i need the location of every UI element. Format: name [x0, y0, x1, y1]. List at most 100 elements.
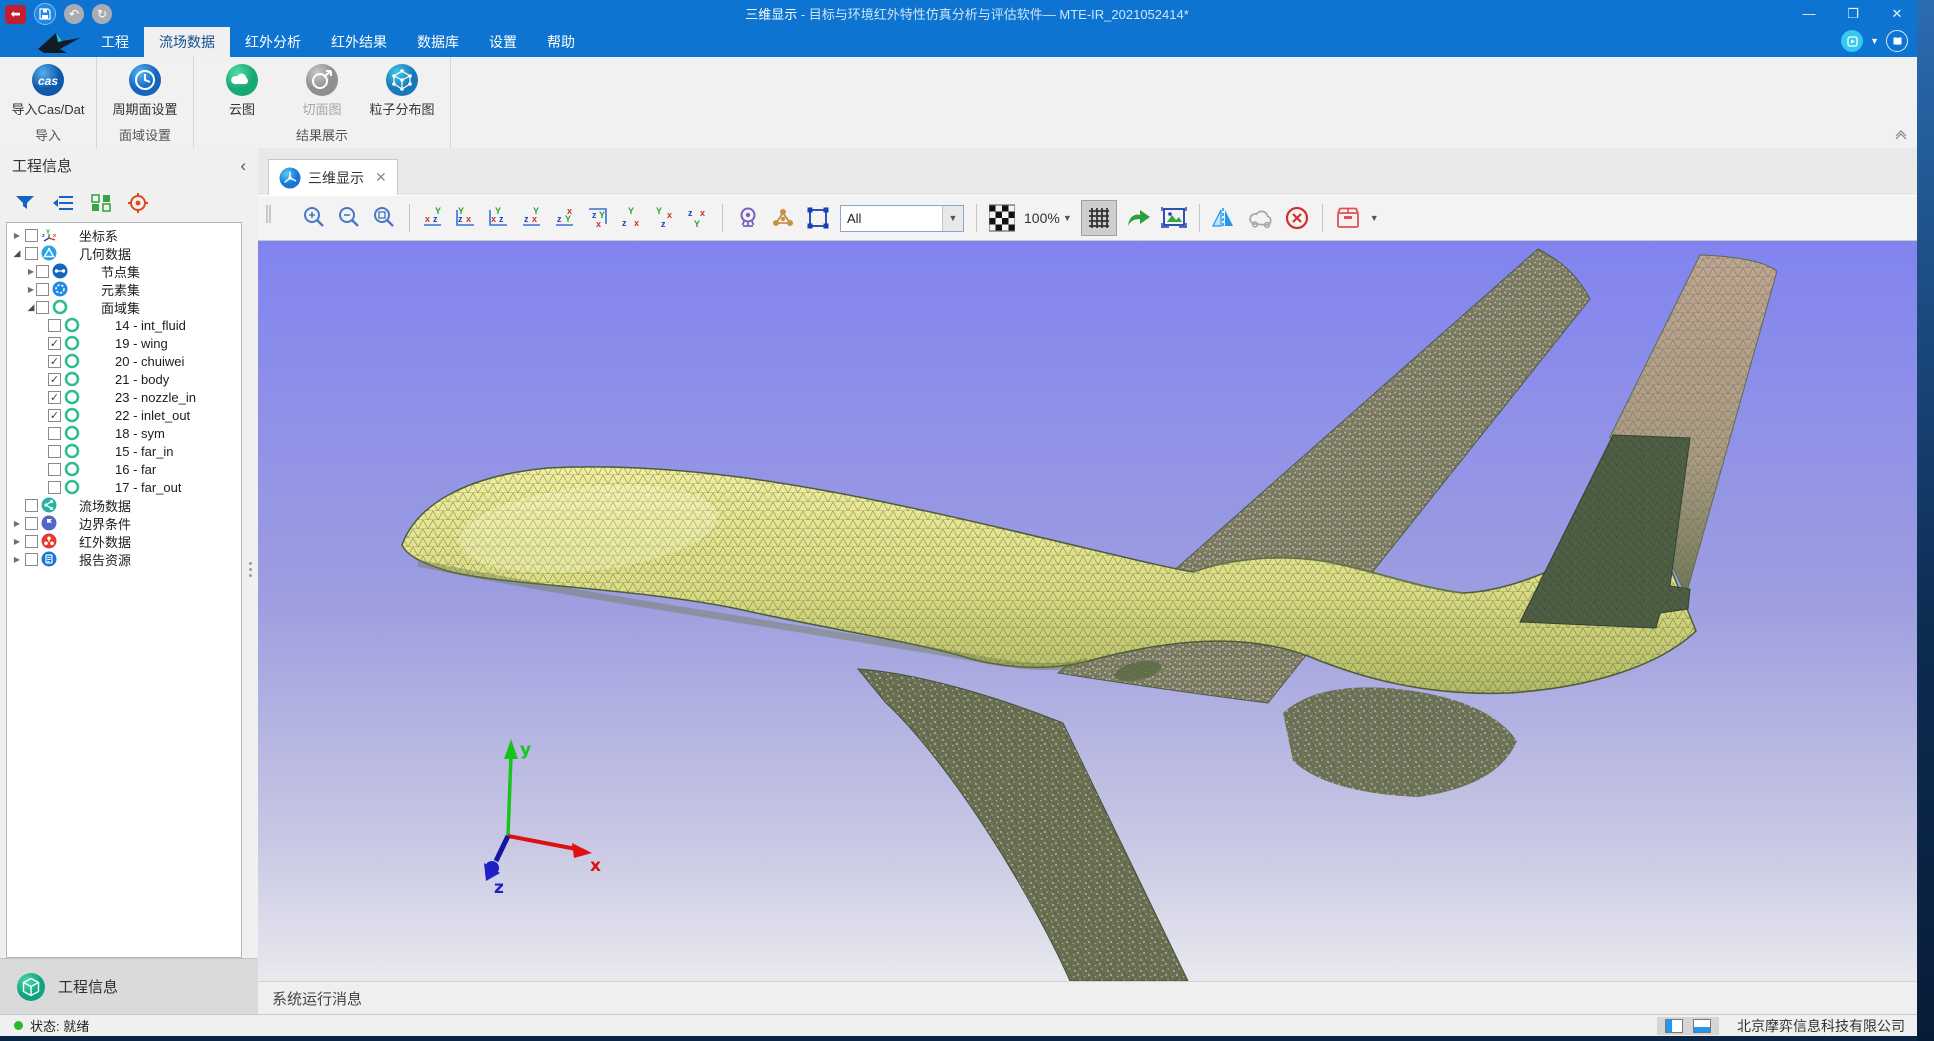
ribbon-button-粒子分布图[interactable]: 粒子分布图	[366, 61, 438, 123]
menu-item-设置[interactable]: 设置	[474, 27, 532, 57]
locate-icon[interactable]	[127, 192, 149, 214]
view-orient-icon-4[interactable]: zxY	[521, 206, 545, 230]
view-orient-icon-9[interactable]: zxY	[686, 206, 710, 230]
filter-icon[interactable]	[14, 193, 36, 213]
project-panel-footer-button[interactable]: 工程信息	[0, 958, 258, 1014]
tree-expand-icon[interactable]: ▶	[12, 519, 22, 528]
tree-checkbox[interactable]	[36, 283, 49, 296]
tree-item-元素集[interactable]: ▶元素集	[7, 280, 241, 298]
view-orient-icon-3[interactable]: xzY	[488, 206, 512, 230]
undo-icon[interactable]: ↶	[64, 4, 84, 24]
view-orient-icon-1[interactable]: xzY	[422, 206, 446, 230]
ribbon-button-导入cas-dat[interactable]: cas导入Cas/Dat	[12, 61, 84, 123]
tree-item-边界条件[interactable]: ▶边界条件	[7, 514, 241, 532]
share-export-icon[interactable]	[1126, 203, 1152, 233]
tree-expand-icon[interactable]: ▶	[26, 267, 36, 276]
panel-collapse-icon[interactable]: ‹	[240, 156, 246, 176]
collapse-ribbon-icon[interactable]	[1894, 130, 1908, 141]
tree-item-23-nozzle-in[interactable]: ✓23 - nozzle_in	[7, 388, 241, 406]
archive-view-icon[interactable]	[1335, 203, 1361, 233]
view-orient-icon-5[interactable]: zYx	[554, 206, 578, 230]
tree-item-流场数据[interactable]: 流场数据	[7, 496, 241, 514]
tree-checkbox[interactable]	[36, 265, 49, 278]
tree-item-20-chuiwei[interactable]: ✓20 - chuiwei	[7, 352, 241, 370]
grid-toggle-button[interactable]	[1081, 200, 1117, 236]
layout-left-icon[interactable]	[1665, 1019, 1683, 1033]
tree-item-16-far[interactable]: 16 - far	[7, 460, 241, 478]
tree-checkbox[interactable]	[25, 517, 38, 530]
tree-checkbox[interactable]: ✓	[48, 337, 61, 350]
view-orient-icon-2[interactable]: zxY	[455, 206, 479, 230]
tree-item-15-far-in[interactable]: 15 - far_in	[7, 442, 241, 460]
menu-item-工程[interactable]: 工程	[86, 27, 144, 57]
tree-expand-icon[interactable]: ▶	[12, 555, 22, 564]
menu-item-数据库[interactable]: 数据库	[402, 27, 474, 57]
tree-expand-icon[interactable]: ▶	[12, 537, 22, 546]
zoom-fit-icon[interactable]	[371, 203, 397, 233]
tree-item-14-int-fluid[interactable]: 14 - int_fluid	[7, 316, 241, 334]
tree-item-22-inlet-out[interactable]: ✓22 - inlet_out	[7, 406, 241, 424]
checkerboard-icon[interactable]	[989, 203, 1015, 233]
scene-graph-icon[interactable]	[770, 203, 796, 233]
ribbon-button-周期面设置[interactable]: 周期面设置	[109, 61, 181, 123]
grid-view-icon[interactable]	[90, 193, 112, 213]
snapshot-icon[interactable]	[1161, 203, 1187, 233]
view-orient-icon-8[interactable]: Yxz	[653, 206, 677, 230]
tree-checkbox[interactable]	[48, 481, 61, 494]
tree-item-21-body[interactable]: ✓21 - body	[7, 370, 241, 388]
tab-3d-view[interactable]: 三维显示 ✕	[268, 159, 398, 195]
zoom-level-dropdown[interactable]: 100% ▼	[1024, 210, 1072, 226]
restore-button[interactable]: ❐	[1846, 6, 1860, 22]
tree-checkbox[interactable]	[48, 319, 61, 332]
zoom-out-icon[interactable]	[336, 203, 362, 233]
save-icon[interactable]	[34, 3, 56, 25]
tree-checkbox[interactable]	[48, 463, 61, 476]
archive-dropdown-caret[interactable]: ▼	[1370, 213, 1379, 223]
tree-item-面域集[interactable]: ◢面域集	[7, 298, 241, 316]
tree-item-报告资源[interactable]: ▶报告资源	[7, 550, 241, 568]
camera-view-icon[interactable]	[735, 203, 761, 233]
tree-checkbox[interactable]: ✓	[48, 409, 61, 422]
panel-splitter-handle[interactable]	[247, 562, 253, 596]
help-dropdown-caret[interactable]: ▼	[1870, 36, 1879, 46]
selection-box-icon[interactable]	[805, 203, 831, 233]
tree-checkbox[interactable]: ✓	[48, 373, 61, 386]
manual-icon[interactable]	[1886, 30, 1908, 52]
tree-item-几何数据[interactable]: ◢几何数据	[7, 244, 241, 262]
tree-item-节点集[interactable]: ▶节点集	[7, 262, 241, 280]
tree-expand-icon[interactable]: ◢	[26, 302, 36, 313]
tree-checkbox[interactable]: ✓	[48, 391, 61, 404]
help-video-icon[interactable]	[1841, 30, 1863, 52]
view-orient-icon-7[interactable]: Yzx	[620, 206, 644, 230]
tree-expand-icon[interactable]: ▶	[26, 285, 36, 294]
display-filter-select[interactable]: All ▼	[840, 205, 964, 232]
combo-dropdown-icon[interactable]: ▼	[942, 206, 963, 231]
tab-close-icon[interactable]: ✕	[375, 169, 387, 186]
tree-item-19-wing[interactable]: ✓19 - wing	[7, 334, 241, 352]
tree-checkbox[interactable]	[25, 499, 38, 512]
tree-item-17-far-out[interactable]: 17 - far_out	[7, 478, 241, 496]
menu-item-红外结果[interactable]: 红外结果	[316, 27, 402, 57]
close-button[interactable]: ✕	[1890, 6, 1904, 22]
tree-checkbox[interactable]: ✓	[48, 355, 61, 368]
mirror-icon[interactable]	[1212, 203, 1238, 233]
viewport-3d[interactable]: y x z	[258, 241, 1917, 981]
tree-expand-icon[interactable]: ◢	[12, 248, 22, 259]
tree-checkbox[interactable]	[25, 247, 38, 260]
remove-icon[interactable]	[1284, 203, 1310, 233]
minimize-button[interactable]: —	[1802, 6, 1816, 21]
tree-checkbox[interactable]	[48, 427, 61, 440]
menu-item-流场数据[interactable]: 流场数据	[144, 27, 230, 57]
cloud-outline-icon[interactable]	[1247, 203, 1275, 233]
ribbon-button-云图[interactable]: 云图	[206, 61, 278, 123]
tree-checkbox[interactable]	[25, 229, 38, 242]
list-view-icon[interactable]	[51, 193, 75, 213]
zoom-in-icon[interactable]	[301, 203, 327, 233]
tree-expand-icon[interactable]: ▶	[12, 231, 22, 240]
view-orient-icon-6[interactable]: zYx	[587, 206, 611, 230]
tree-item-坐标系[interactable]: ▶Yzx坐标系	[7, 226, 241, 244]
menu-item-红外分析[interactable]: 红外分析	[230, 27, 316, 57]
app-quick-icon[interactable]: ⬅	[5, 5, 26, 24]
menu-item-帮助[interactable]: 帮助	[532, 27, 590, 57]
tree-item-18-sym[interactable]: 18 - sym	[7, 424, 241, 442]
